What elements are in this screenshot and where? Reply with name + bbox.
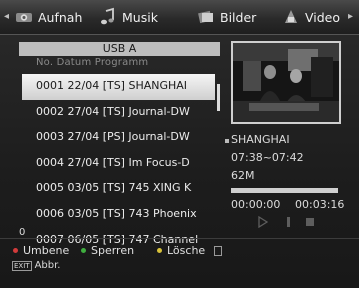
tab-music[interactable]: Musik [98, 4, 158, 30]
tab-pictures[interactable]: Bilder [196, 4, 256, 30]
tab-next-arrow-icon[interactable]: ▸ [348, 11, 353, 22]
storage-device-header: USB A [19, 42, 220, 56]
playback-progress-bar[interactable] [231, 188, 338, 193]
tab-video[interactable]: Video [281, 4, 340, 30]
footer-action-label: Abbr. [34, 260, 61, 271]
tab-label: Video [305, 9, 341, 25]
tab-label: Bilder [220, 9, 257, 25]
page-indicator: 0 [19, 227, 26, 238]
recording-row[interactable]: 0006 03/05 [TS] 743 Phoenix [22, 202, 215, 228]
footer-lock-action[interactable]: Sperren [81, 244, 134, 257]
elapsed-time: 00:00:00 [231, 198, 281, 211]
tab-label: Aufnah [38, 9, 83, 25]
footer-rename-action[interactable]: Umbene [13, 244, 69, 257]
preview-frame-image [233, 43, 339, 122]
recording-row[interactable]: 0004 27/04 [TS] Im Focus-D [22, 151, 215, 177]
video-icon [281, 7, 301, 27]
footer-divider [0, 238, 359, 239]
music-icon [98, 7, 118, 27]
pictures-icon [196, 7, 216, 27]
red-key-icon [13, 248, 18, 253]
media-tab-bar: ◂ Aufnah Musik Bilder Video ▸ [0, 0, 359, 35]
tab-prev-arrow-icon[interactable]: ◂ [4, 11, 9, 22]
pvr-media-screen: ◂ Aufnah Musik Bilder Video ▸ USB A No. … [0, 0, 359, 288]
list-column-header: No. Datum Programm [36, 57, 149, 68]
recording-time-range: 07:38~07:42 [231, 151, 304, 164]
recording-row[interactable]: 0005 03/05 [TS] 745 XING K [22, 176, 215, 202]
video-preview [231, 41, 341, 124]
recording-row[interactable]: 0001 22/04 [TS] SHANGHAI [22, 74, 215, 100]
total-duration: 00:03:16 [295, 198, 345, 211]
recording-size: 62M [231, 169, 255, 182]
tab-recordings[interactable]: Aufnah [14, 4, 82, 30]
footer-exit-action[interactable]: EXIT Abbr. [12, 260, 60, 271]
footer-delete-action[interactable]: Lösche [157, 244, 223, 257]
green-key-icon [81, 248, 86, 253]
play-icon[interactable] [258, 215, 268, 229]
blue-key-icon [214, 245, 223, 256]
list-scrollbar[interactable] [217, 84, 220, 111]
footer-action-label: Umbene [23, 244, 70, 257]
stop-icon[interactable] [305, 215, 315, 229]
pause-icon[interactable] [285, 215, 293, 229]
record-icon [14, 7, 34, 27]
footer-action-label: Lösche [167, 244, 206, 257]
recording-title: SHANGHAI [231, 133, 290, 146]
recording-row[interactable]: 0002 27/04 [TS] Journal-DW [22, 100, 215, 126]
yellow-key-icon [157, 248, 162, 253]
recording-row[interactable]: 0003 27/04 [PS] Journal-DW [22, 125, 215, 151]
tab-label: Musik [122, 9, 158, 25]
info-bullet-icon [225, 139, 229, 143]
footer-action-label: Sperren [91, 244, 135, 257]
exit-key-icon: EXIT [12, 260, 32, 271]
recording-list: 0001 22/04 [TS] SHANGHAI 0002 27/04 [TS]… [22, 74, 215, 253]
